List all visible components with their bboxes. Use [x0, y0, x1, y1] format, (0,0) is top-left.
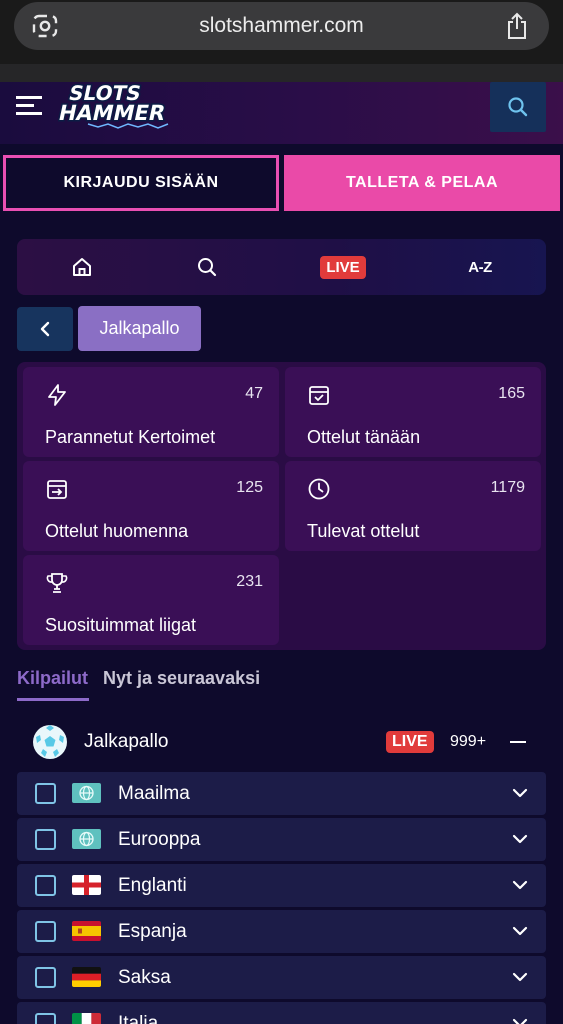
back-button[interactable] — [17, 307, 73, 351]
live-badge: LIVE — [320, 255, 366, 279]
calendar-check-icon — [309, 386, 329, 405]
nav-search[interactable] — [182, 239, 232, 295]
tab-nyt-ja-seuraavaksi[interactable]: Nyt ja seuraavaksi — [103, 668, 260, 689]
country-label: Espanja — [118, 921, 187, 942]
spain-flag-icon — [72, 921, 101, 941]
minus-icon[interactable] — [510, 741, 526, 743]
chevron-left-icon — [40, 321, 50, 337]
category-label: Suosituimmat liigat — [45, 615, 197, 635]
sport-live-badge[interactable]: LIVE — [386, 731, 434, 753]
logo-line2: HAMMER — [58, 101, 168, 126]
country-checkbox[interactable] — [35, 967, 56, 988]
nav-home[interactable] — [57, 239, 107, 295]
country-checkbox[interactable] — [35, 875, 56, 896]
country-row-italia[interactable]: Italia — [17, 1002, 546, 1024]
nav-live[interactable]: LIVE — [313, 239, 373, 295]
category-grid: 47 Parannetut Kertoimet 165 Ottelut tänä… — [17, 362, 546, 650]
login-button[interactable]: KIRJAUDU SISÄÄN — [3, 155, 279, 211]
az-label: A-Z — [468, 258, 492, 276]
chevron-down-icon — [512, 926, 528, 936]
category-count: 165 — [498, 385, 525, 402]
category-card[interactable]: 47 Parannetut Kertoimet — [23, 367, 279, 457]
menu-icon[interactable] — [16, 94, 42, 116]
category-card[interactable]: 231 Suosituimmat liigat — [23, 555, 279, 645]
search-icon — [198, 258, 217, 277]
header-search-button[interactable] — [490, 82, 546, 132]
category-card[interactable]: 1179 Tulevat ottelut — [285, 461, 541, 551]
england-flag-icon — [72, 875, 101, 895]
deposit-play-button[interactable]: TALLETA & PELAA — [284, 155, 560, 211]
category-label: Ottelut tänään — [307, 427, 421, 447]
category-card[interactable]: 125 Ottelut huomenna — [23, 461, 279, 551]
country-row-espanja[interactable]: Espanja — [17, 910, 546, 953]
category-count: 125 — [236, 479, 263, 496]
country-checkbox[interactable] — [35, 783, 56, 804]
italy-flag-icon — [72, 1013, 101, 1024]
category-label: Ottelut huomenna — [45, 521, 189, 541]
country-row-eurooppa[interactable]: Eurooppa — [17, 818, 546, 861]
country-checkbox[interactable] — [35, 829, 56, 850]
country-label: Italia — [118, 1013, 159, 1024]
globe-flag-icon — [72, 829, 101, 849]
search-icon — [508, 97, 528, 117]
category-count: 231 — [236, 573, 263, 590]
chevron-down-icon — [512, 834, 528, 844]
breadcrumb-current[interactable]: Jalkapallo — [78, 306, 201, 351]
trophy-icon — [46, 573, 68, 593]
lightning-icon — [48, 384, 66, 406]
sport-event-count: 999+ — [450, 733, 487, 750]
url-text[interactable]: slotshammer.com — [14, 14, 549, 38]
chevron-down-icon — [512, 1018, 528, 1024]
country-checkbox[interactable] — [35, 1013, 56, 1024]
category-label: Tulevat ottelut — [307, 521, 420, 541]
chevron-down-icon — [512, 972, 528, 982]
share-icon[interactable] — [505, 12, 529, 40]
category-card[interactable]: 165 Ottelut tänään — [285, 367, 541, 457]
chevron-down-icon — [512, 788, 528, 798]
calendar-next-icon — [47, 480, 67, 499]
sport-nav-bar: LIVE A-Z — [17, 239, 546, 295]
active-tab-indicator — [17, 698, 89, 701]
home-icon — [73, 258, 91, 276]
globe-flag-icon — [72, 783, 101, 803]
country-label: Maailma — [118, 783, 190, 804]
category-label: Parannetut Kertoimet — [45, 427, 216, 447]
category-count: 47 — [245, 385, 263, 402]
country-checkbox[interactable] — [35, 921, 56, 942]
country-row-saksa[interactable]: Saksa — [17, 956, 546, 999]
site-logo[interactable]: SLOTS HAMMER — [58, 80, 200, 130]
category-count: 1179 — [490, 479, 525, 496]
address-bar[interactable]: slotshammer.com — [14, 2, 549, 50]
browser-bar: slotshammer.com — [0, 0, 563, 82]
tab-kilpailut[interactable]: Kilpailut — [17, 668, 88, 689]
germany-flag-icon — [72, 967, 101, 987]
country-label: Saksa — [118, 967, 171, 988]
country-row-maailma[interactable]: Maailma — [17, 772, 546, 815]
country-row-englanti[interactable]: Englanti — [17, 864, 546, 907]
nav-az[interactable]: A-Z — [457, 239, 503, 295]
country-label: Eurooppa — [118, 829, 201, 850]
country-label: Englanti — [118, 875, 187, 896]
sport-name[interactable]: Jalkapallo — [84, 731, 169, 753]
football-icon — [33, 725, 67, 759]
site-header: SLOTS HAMMER — [0, 80, 563, 144]
clock-icon — [308, 478, 330, 500]
chevron-down-icon — [512, 880, 528, 890]
